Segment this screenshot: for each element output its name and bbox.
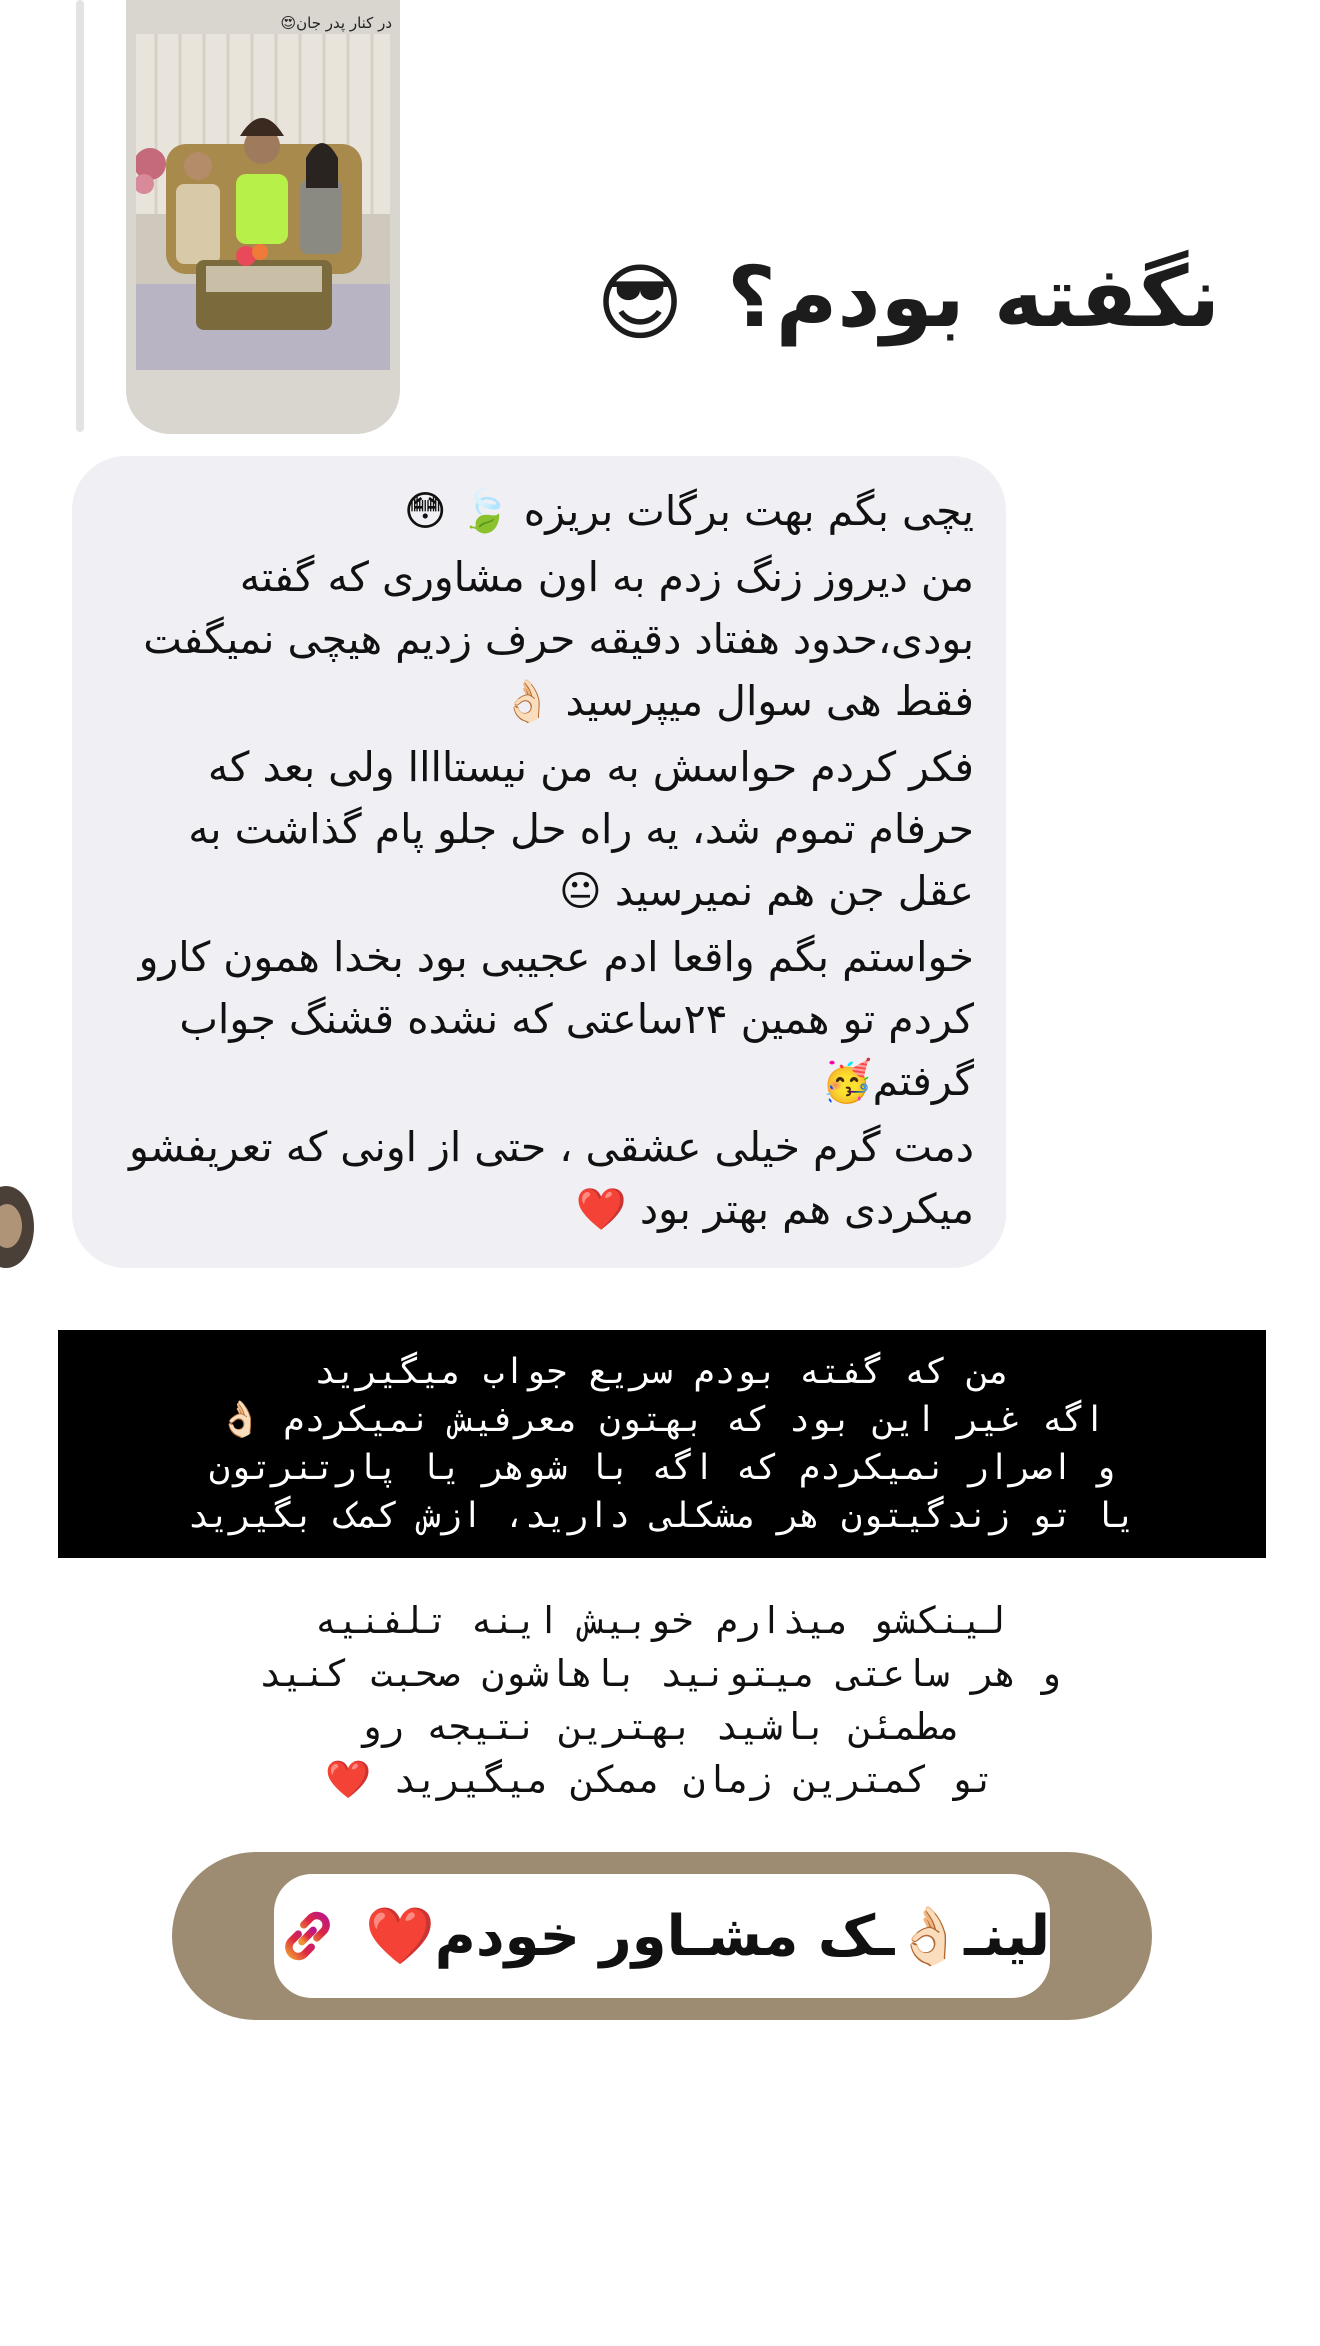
reply-quote-bar <box>76 0 84 432</box>
story-thumbnail[interactable]: در کنار پدر جان😍 <box>126 0 400 434</box>
notice-line: اگه غیر این بود که بهتون معرفیش نمیکردم … <box>218 1400 1106 1440</box>
message-text: یچی بگم بهت برگات بریزه 🍃 😳 من دیروز زنگ… <box>108 480 974 1244</box>
promo-line: مطمئن باشید بهترین نتیجه رو <box>359 1705 961 1748</box>
message-paragraph: فکر کردم حواسش به من نیستاااا ولی بعد که… <box>188 743 974 915</box>
link-sticker-inner[interactable]: لینـ👌🏻ـک مشـاور خودم❤️ <box>274 1874 1050 1998</box>
message-paragraph: من دیروز زنگ زدم به اون مشاوری که گفته ب… <box>143 553 974 725</box>
notice-line: و اصرار نمیکردم که اگه با شوهر یا پارتنر… <box>208 1448 1116 1488</box>
message-paragraph: خواستم بگم واقعا ادم عجیبی بود بخدا همون… <box>138 933 974 1105</box>
promo-line: تو کمترین زمان ممکن میگیرید ❤️ <box>325 1758 995 1801</box>
headline: نگفته بودم؟ 😎 <box>560 248 1220 368</box>
notice-box: من که گفته بودم سریع جواب میگیرید اگه غی… <box>58 1330 1266 1558</box>
message-paragraph: یچی بگم بهت برگات بریزه 🍃 😳 <box>403 487 974 535</box>
link-sticker[interactable]: لینـ👌🏻ـک مشـاور خودم❤️ <box>172 1852 1152 2020</box>
promo-line: و هر ساعتی میتونید باهاشون صحبت کنید <box>259 1652 1061 1695</box>
notice-line: یا تو زندگیتون هر مشکلی دارید، ازش کمک ب… <box>187 1496 1137 1536</box>
headline-text: نگفته بودم؟ <box>727 248 1220 346</box>
notice-line: من که گفته بودم سریع جواب میگیرید <box>314 1352 1010 1392</box>
sender-avatar[interactable] <box>0 1186 34 1268</box>
message-paragraph: دمت گرم خیلی عشقی ، حتی از اونی که تعریف… <box>128 1123 974 1233</box>
notice-text: من که گفته بودم سریع جواب میگیرید اگه غی… <box>76 1348 1248 1540</box>
link-label: لینـ👌🏻ـک مشـاور خودم❤️ <box>365 1904 1050 1969</box>
link-icon <box>285 1911 330 1961</box>
sunglasses-emoji-icon: 😎 <box>596 254 698 353</box>
message-bubble: یچی بگم بهت برگات بریزه 🍃 😳 من دیروز زنگ… <box>72 456 1006 1268</box>
story-caption: در کنار پدر جان😍 <box>280 14 393 32</box>
promo-text: لینکشو میذارم خوبیش اینه تلفنیه و هر ساع… <box>100 1594 1220 1806</box>
family-photo <box>136 34 390 370</box>
promo-line: لینکشو میذارم خوبیش اینه تلفنیه <box>314 1599 1006 1642</box>
